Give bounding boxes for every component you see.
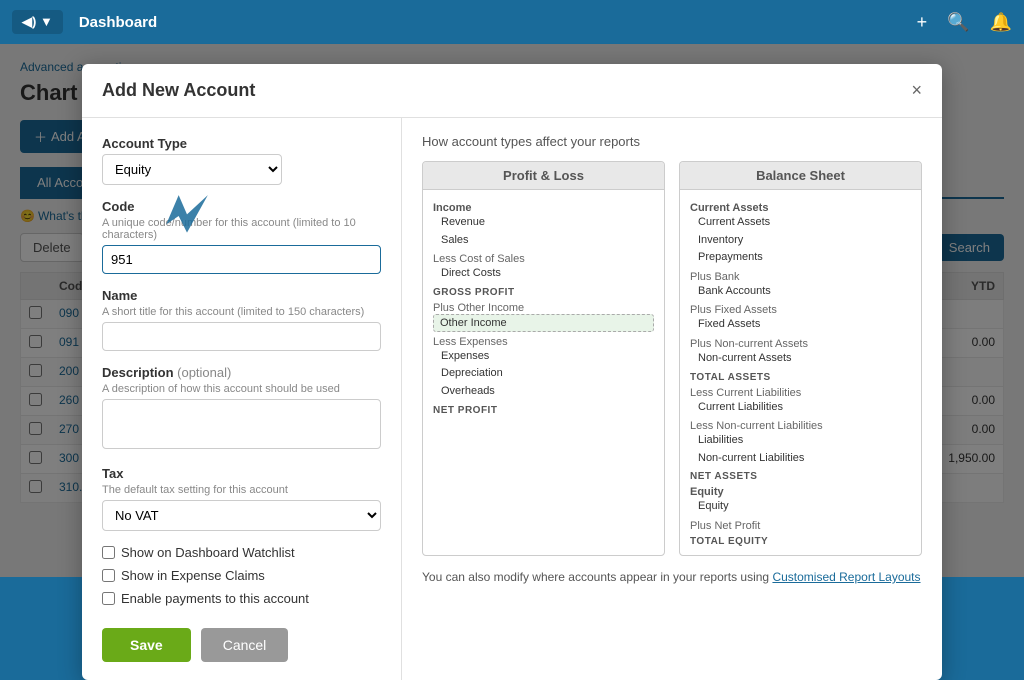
balance-sheet-title: Balance Sheet xyxy=(680,162,921,190)
add-icon[interactable]: + xyxy=(917,12,928,33)
balance-sheet-box: Balance Sheet Current Assets Current Ass… xyxy=(679,161,922,556)
description-hint: A description of how this account should… xyxy=(102,383,381,395)
name-hint: A short title for this account (limited … xyxy=(102,306,381,318)
depreciation-item: Depreciation xyxy=(433,365,654,383)
top-navigation: ◀) ▼ Dashboard + 🔍 🔔 xyxy=(0,0,1024,44)
cancel-button[interactable]: Cancel xyxy=(201,628,289,662)
tax-hint: The default tax setting for this account xyxy=(102,484,381,496)
nav-title: Dashboard xyxy=(79,14,157,31)
description-optional: (optional) xyxy=(177,365,231,380)
payments-checkbox[interactable] xyxy=(102,592,115,605)
expense-label: Show in Expense Claims xyxy=(121,568,265,583)
watchlist-label: Show on Dashboard Watchlist xyxy=(121,545,295,560)
account-type-select[interactable]: Equity Revenue Current Assets xyxy=(102,154,282,185)
other-income-highlighted: Other Income xyxy=(433,314,654,332)
report-boxes: Profit & Loss Income Revenue Sales Less … xyxy=(422,161,922,556)
modal-footer: Save Cancel xyxy=(102,614,381,662)
payments-label: Enable payments to this account xyxy=(121,591,309,606)
bell-icon[interactable]: 🔔 xyxy=(990,12,1012,33)
account-type-group: Account Type Equity Revenue Current Asse… xyxy=(102,136,381,185)
gross-profit: GROSS PROFIT xyxy=(433,287,654,298)
income-sales: Sales xyxy=(433,232,654,250)
expense-item: Expenses xyxy=(433,348,654,366)
profit-loss-box: Profit & Loss Income Revenue Sales Less … xyxy=(422,161,665,556)
checkbox-payments: Enable payments to this account xyxy=(102,591,381,606)
modal-body: Account Type Equity Revenue Current Asse… xyxy=(82,118,942,680)
net-profit: NET PROFIT xyxy=(433,405,654,416)
modal-overlay: Add New Account × Account Type Equity Re… xyxy=(0,44,1024,577)
code-label: Code xyxy=(102,199,381,214)
name-input[interactable] xyxy=(102,322,381,351)
tax-label: Tax xyxy=(102,466,381,481)
expense-checkbox[interactable] xyxy=(102,569,115,582)
direct-costs: Direct Costs xyxy=(433,265,654,283)
add-account-modal: Add New Account × Account Type Equity Re… xyxy=(82,64,942,680)
code-group: Code A unique code/number for this accou… xyxy=(102,199,381,274)
modal-title: Add New Account xyxy=(102,80,255,101)
modal-header: Add New Account × xyxy=(82,64,942,118)
name-label: Name xyxy=(102,288,381,303)
description-input[interactable] xyxy=(102,399,381,449)
account-type-label: Account Type xyxy=(102,136,381,151)
save-button[interactable]: Save xyxy=(102,628,191,662)
main-content: Advanced accounting › Chart of accounts … xyxy=(0,44,1024,577)
nav-logo[interactable]: ◀) ▼ xyxy=(12,10,63,34)
profit-loss-title: Profit & Loss xyxy=(423,162,664,190)
tax-group: Tax The default tax setting for this acc… xyxy=(102,466,381,531)
tax-select[interactable]: No VAT 20% VAT on Expenses 20% VAT on In… xyxy=(102,500,381,531)
profit-loss-body: Income Revenue Sales Less Cost of Sales … xyxy=(423,190,664,424)
income-label: Income xyxy=(433,202,654,214)
description-label: Description (optional) xyxy=(102,365,381,380)
code-input[interactable] xyxy=(102,245,381,274)
balance-sheet-body: Current Assets Current Assets Inventory … xyxy=(680,190,921,555)
current-assets-label: Current Assets xyxy=(690,202,911,214)
description-group: Description (optional) A description of … xyxy=(102,365,381,452)
income-revenue: Revenue xyxy=(433,214,654,232)
search-nav-icon[interactable]: 🔍 xyxy=(947,12,969,33)
info-panel-title: How account types affect your reports xyxy=(422,134,922,149)
less-expenses-label: Less Expenses xyxy=(433,336,654,348)
checkbox-expense: Show in Expense Claims xyxy=(102,568,381,583)
name-group: Name A short title for this account (lim… xyxy=(102,288,381,351)
plus-other-label: Plus Other Income xyxy=(433,302,654,314)
less-cost-label: Less Cost of Sales xyxy=(433,253,654,265)
modal-form: Account Type Equity Revenue Current Asse… xyxy=(82,118,402,680)
code-hint: A unique code/number for this account (l… xyxy=(102,217,381,241)
info-panel: How account types affect your reports Pr… xyxy=(402,118,942,680)
modal-close-button[interactable]: × xyxy=(911,80,922,101)
overheads-item: Overheads xyxy=(433,383,654,401)
checkbox-watchlist: Show on Dashboard Watchlist xyxy=(102,545,381,560)
watchlist-checkbox[interactable] xyxy=(102,546,115,559)
